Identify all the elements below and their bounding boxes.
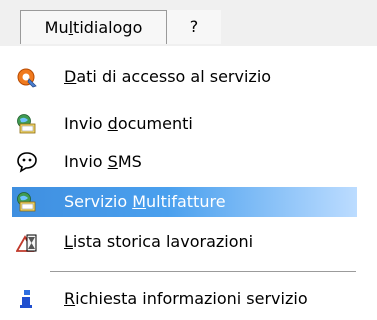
key-access-icon <box>16 66 38 88</box>
menubar-label-post: tidialogo <box>73 18 143 37</box>
menubar-help-label: ? <box>189 17 199 36</box>
menu-item-servizio-multifatture[interactable]: Servizio Multifatture <box>12 187 357 217</box>
menu-item-richiesta-informazioni[interactable]: Richiesta informazioni servizio <box>12 284 357 314</box>
document-send-icon <box>16 113 38 135</box>
menubar-label-pre: Mu <box>44 18 69 37</box>
menu-item-dati-accesso[interactable]: Dati di accesso al servizio <box>12 62 357 92</box>
menubar-item-help[interactable]: ? <box>166 10 221 44</box>
dropdown-menu: Dati di accesso al servizio Invio docume… <box>0 46 377 320</box>
menu-separator <box>50 271 356 273</box>
menubar-item-multidialogo[interactable]: Multidialogo <box>20 10 167 44</box>
menu-item-label: Dati di accesso al servizio <box>64 67 272 86</box>
menu-item-invio-documenti[interactable]: Invio documenti <box>12 109 357 139</box>
menu-item-label: Servizio Multifatture <box>64 192 226 211</box>
menu-item-label: Lista storica lavorazioni <box>64 232 254 251</box>
menu-item-label: Invio SMS <box>64 152 142 171</box>
menu-bar: Multidialogo ? <box>0 0 377 47</box>
hourglass-history-icon <box>15 231 38 253</box>
info-request-icon <box>16 288 38 310</box>
menu-item-invio-sms[interactable]: Invio SMS <box>12 147 357 177</box>
menu-item-label: Invio documenti <box>64 114 193 133</box>
sms-phone-icon <box>16 151 38 173</box>
menu-item-label: Richiesta informazioni servizio <box>64 289 308 308</box>
menu-item-lista-storica[interactable]: Lista storica lavorazioni <box>12 227 357 257</box>
multifatture-icon <box>16 191 38 213</box>
